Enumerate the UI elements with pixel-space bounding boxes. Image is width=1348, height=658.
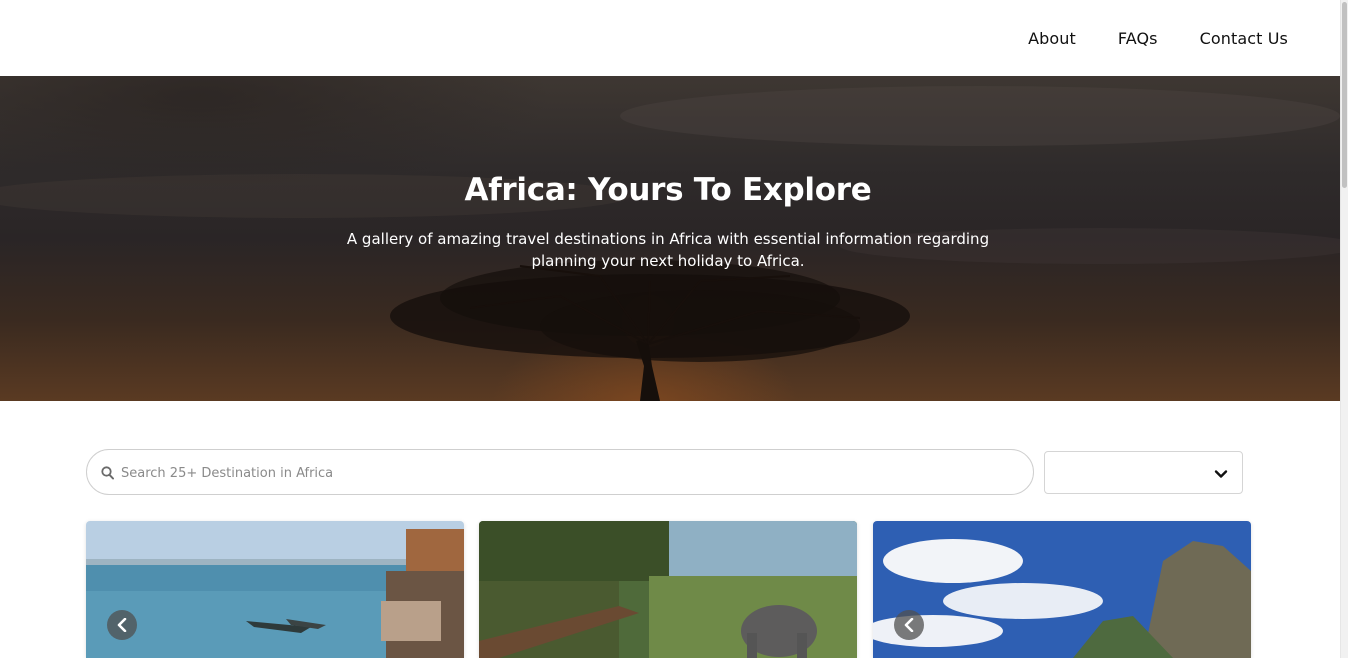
nav-contact-link[interactable]: Contact Us <box>1200 29 1288 48</box>
scrollbar-thumb[interactable] <box>1342 2 1347 188</box>
destination-card-image <box>873 521 1251 658</box>
chevron-left-icon <box>117 618 127 632</box>
destination-card[interactable] <box>873 521 1251 658</box>
hero-title: Africa: Yours To Explore <box>464 172 872 208</box>
nav-faqs-link[interactable]: FAQs <box>1118 29 1158 48</box>
nav-about-link[interactable]: About <box>1028 29 1076 48</box>
search-bar[interactable] <box>86 449 1034 496</box>
hero-subtitle: A gallery of amazing travel destinations… <box>346 230 990 270</box>
destination-card-image <box>86 521 464 658</box>
destination-card-image <box>479 521 857 658</box>
destination-card[interactable] <box>479 521 857 658</box>
chevron-left-icon <box>904 618 914 632</box>
hero-banner: Africa: Yours To Explore A gallery of am… <box>0 76 1341 401</box>
carousel-prev-button[interactable] <box>894 610 924 640</box>
page-scrollbar[interactable] <box>1340 0 1348 658</box>
site-header: About FAQs Contact Us <box>0 0 1341 76</box>
search-icon <box>101 465 114 484</box>
destination-card[interactable] <box>86 521 464 658</box>
destination-filter-select[interactable] <box>1044 451 1243 494</box>
main-nav: About FAQs Contact Us <box>986 0 1288 76</box>
search-input[interactable] <box>119 450 1003 496</box>
carousel-prev-button[interactable] <box>107 610 137 640</box>
chevron-down-icon <box>1214 466 1228 485</box>
